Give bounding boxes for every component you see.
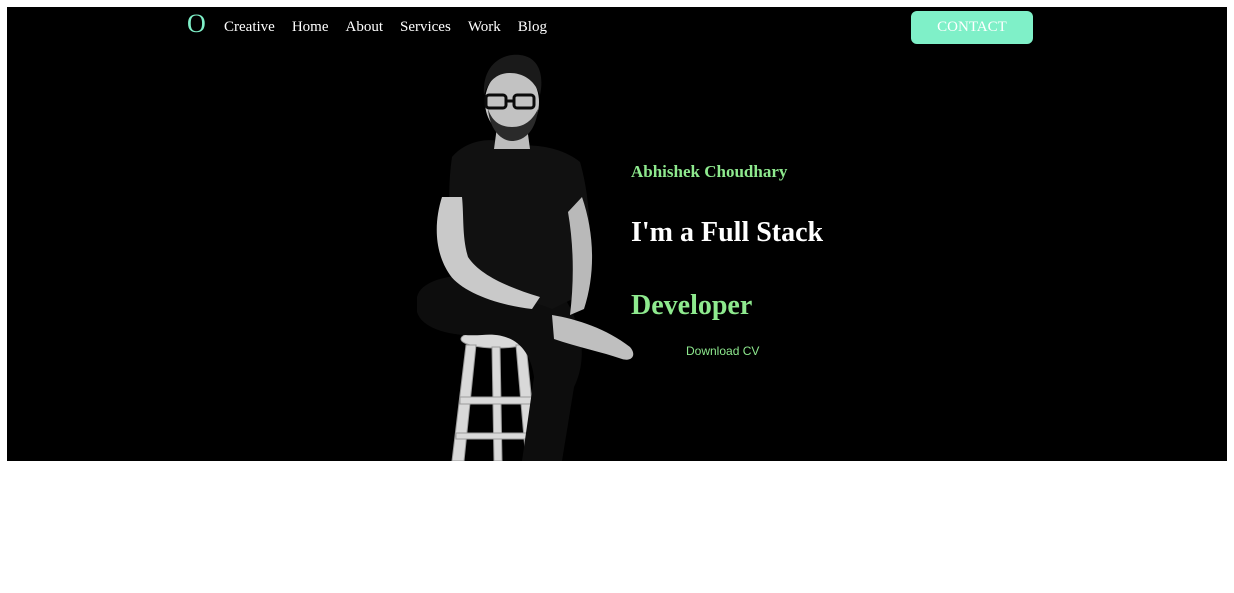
hero-section: O Creative Home About Services Work Blog… (7, 7, 1227, 461)
portrait-image (417, 54, 634, 461)
nav-link-blog[interactable]: Blog (518, 17, 547, 37)
download-cv-link[interactable]: Download CV (686, 344, 759, 358)
main-nav: Creative Home About Services Work Blog (224, 17, 547, 37)
nav-link-creative[interactable]: Creative (224, 17, 275, 37)
site-logo[interactable]: O (187, 9, 206, 39)
nav-link-about[interactable]: About (345, 17, 383, 37)
nav-link-work[interactable]: Work (468, 17, 501, 37)
hero-role: Developer (631, 290, 753, 321)
contact-button[interactable]: CONTACT (911, 11, 1033, 44)
nav-link-services[interactable]: Services (400, 17, 451, 37)
nav-link-home[interactable]: Home (292, 17, 329, 37)
hero-title: I'm a Full Stack (631, 217, 824, 248)
hero-name: Abhishek Choudhary (631, 162, 788, 181)
